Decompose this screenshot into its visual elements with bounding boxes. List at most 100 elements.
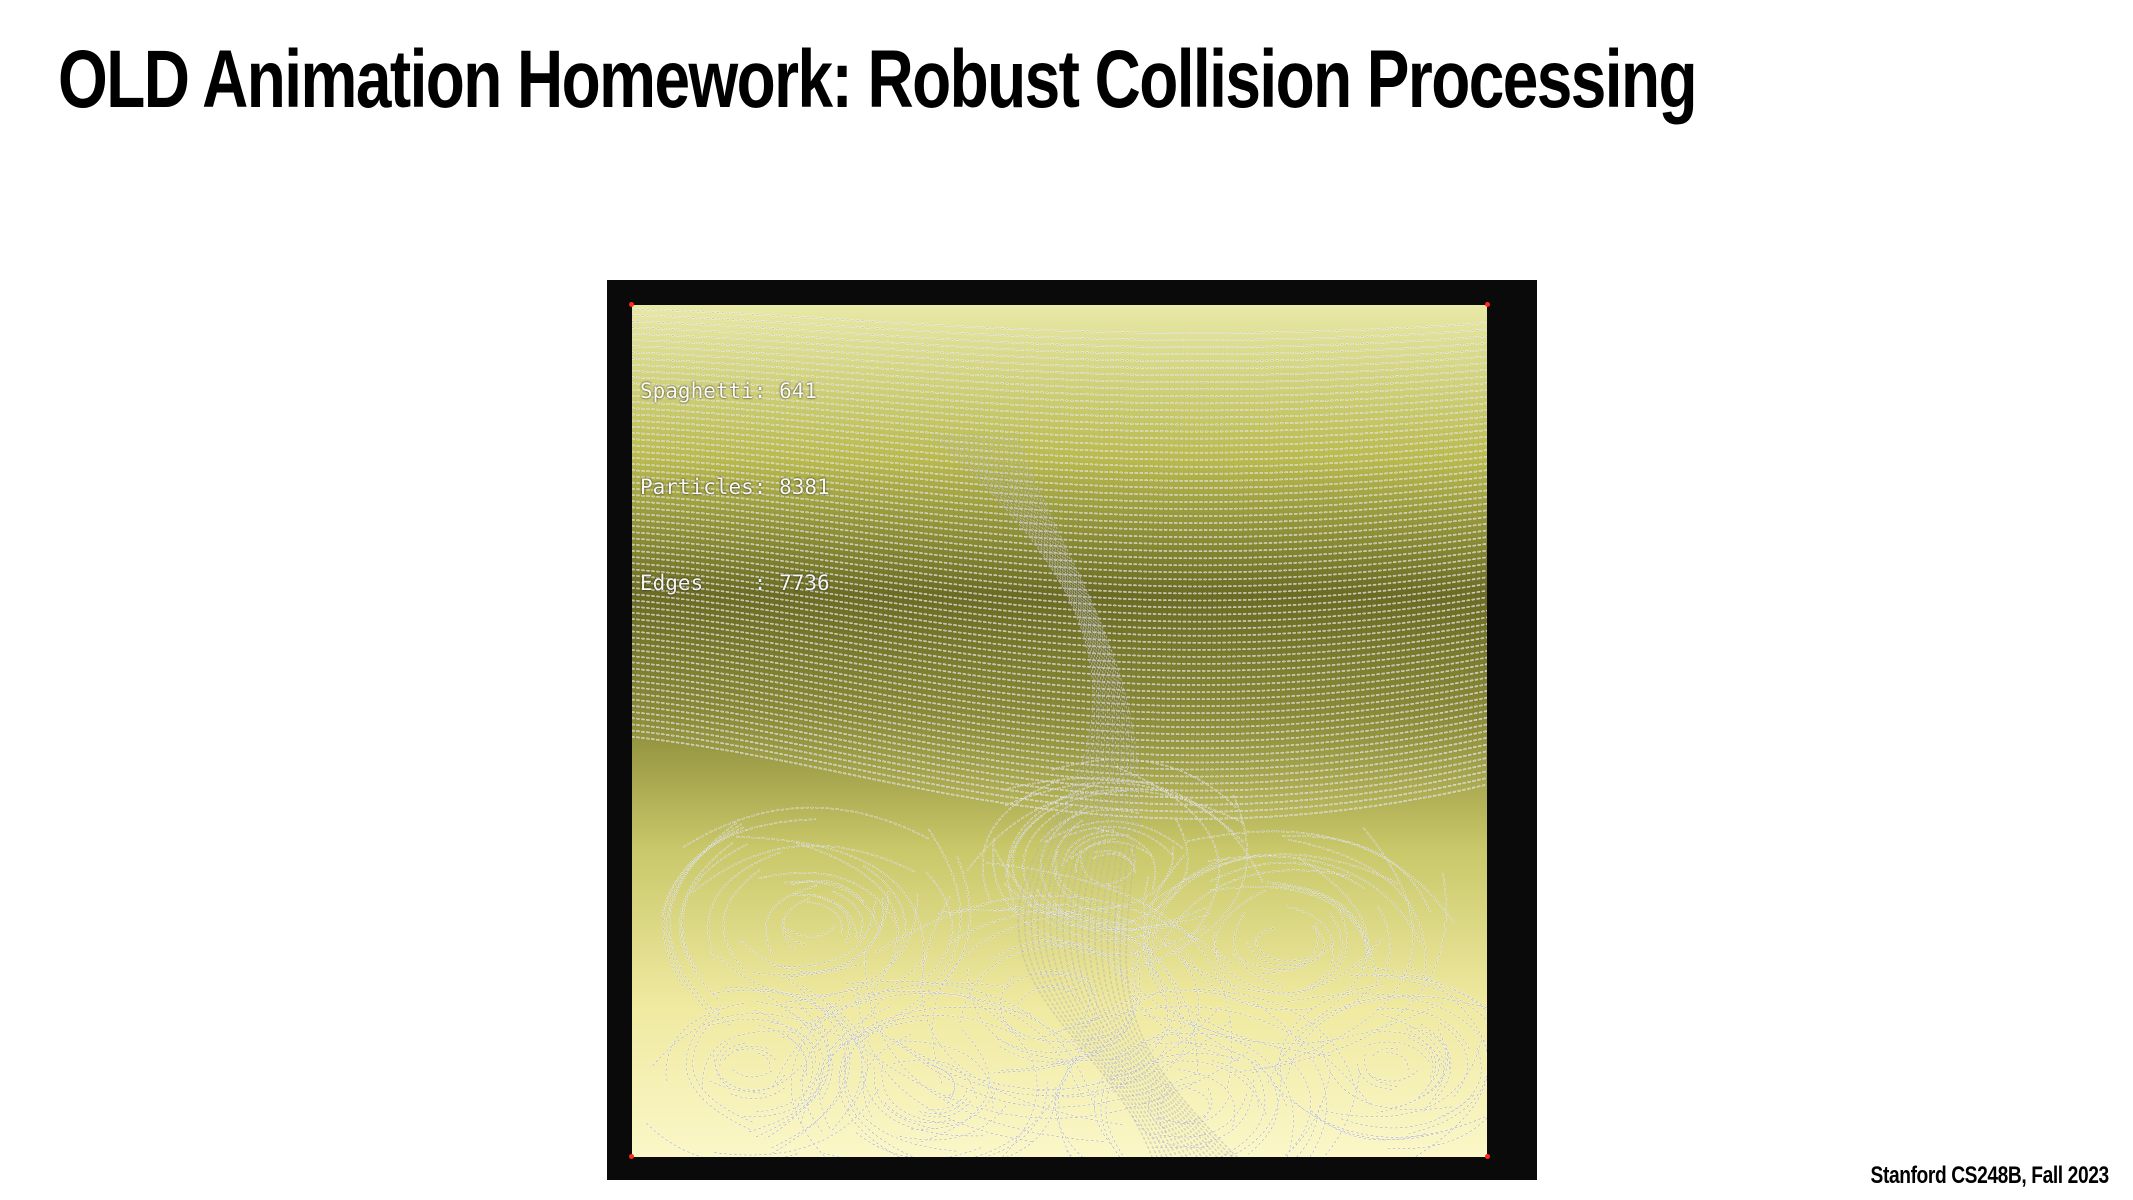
spaghetti-strand bbox=[1251, 828, 1414, 1074]
spaghetti-strand bbox=[933, 1065, 955, 1099]
spaghetti-strand bbox=[753, 891, 889, 975]
spaghetti-strand bbox=[1363, 1041, 1432, 1065]
spaghetti-strand bbox=[800, 1006, 1032, 1125]
spaghetti-strand bbox=[1380, 1013, 1445, 1112]
spaghetti-strand bbox=[632, 711, 1487, 791]
spaghetti-strand bbox=[1210, 861, 1365, 889]
spaghetti-strand bbox=[1080, 856, 1122, 888]
spaghetti-strand bbox=[1356, 1063, 1393, 1091]
spaghetti-strand bbox=[955, 990, 1038, 1157]
spaghetti-strand bbox=[1273, 884, 1368, 954]
spaghetti-strand bbox=[1253, 935, 1307, 962]
spaghetti-strand bbox=[730, 1068, 772, 1078]
spaghetti-strand bbox=[806, 901, 844, 937]
spaghetti-strand bbox=[1250, 827, 1414, 1074]
spaghetti-strand bbox=[1188, 1087, 1211, 1121]
simulation-frame: Spaghetti: 641 Particles: 8381 Edges : 7… bbox=[607, 280, 1537, 1180]
spaghetti-strand bbox=[1337, 906, 1391, 1013]
spaghetti-strand bbox=[725, 987, 866, 1064]
spaghetti-strand bbox=[770, 995, 851, 1149]
spaghetti-strand bbox=[712, 990, 860, 1049]
spaghetti-strand bbox=[1287, 993, 1487, 1046]
spaghetti-strand bbox=[1012, 815, 1043, 907]
spaghetti-strand bbox=[931, 434, 1153, 1157]
spaghetti-strand bbox=[1313, 927, 1324, 962]
spaghetti-strand bbox=[788, 924, 837, 938]
spaghetti-strand bbox=[932, 905, 1121, 1084]
spaghetti-strand bbox=[873, 1067, 935, 1129]
spaghetti-strand bbox=[1286, 905, 1334, 964]
spaghetti-strand bbox=[757, 1052, 771, 1069]
spaghetti-strand bbox=[1054, 1052, 1084, 1157]
spaghetti-strand bbox=[1246, 941, 1307, 967]
spaghetti-strand bbox=[707, 851, 782, 959]
spaghetti-strand bbox=[917, 1029, 990, 1144]
simulation-canvas: Spaghetti: 641 Particles: 8381 Edges : 7… bbox=[632, 305, 1487, 1157]
spaghetti-strand bbox=[1095, 828, 1157, 891]
spaghetti-strand bbox=[1017, 984, 1080, 1006]
spaghetti-strand bbox=[1080, 855, 1122, 889]
spaghetti-strand bbox=[1179, 1087, 1213, 1124]
spaghetti-strand bbox=[1407, 1036, 1434, 1079]
spaghetti-strand bbox=[1252, 1000, 1327, 1157]
spaghetti-strand bbox=[1113, 794, 1248, 976]
spaghetti-strand bbox=[1211, 1059, 1259, 1112]
spaghetti-strand bbox=[724, 987, 867, 1064]
spaghetti-strand bbox=[753, 955, 927, 1009]
spaghetti-strand bbox=[1277, 984, 1383, 1075]
spaghetti-strand bbox=[1000, 975, 1025, 1040]
spaghetti-strand bbox=[784, 893, 918, 1003]
spaghetti-strand bbox=[1350, 974, 1487, 1010]
spaghetti-strand bbox=[1356, 965, 1487, 1012]
spaghetti-strand bbox=[1276, 983, 1384, 1076]
spaghetti-strand bbox=[788, 924, 837, 938]
spaghetti-strand bbox=[771, 978, 847, 1154]
spaghetti-strand bbox=[693, 845, 915, 893]
spaghetti-strand bbox=[632, 723, 1487, 806]
corner-marker-top-left bbox=[629, 302, 634, 307]
spaghetti-strand bbox=[1055, 1052, 1083, 1157]
slide-title: OLD Animation Homework: Robust Collision… bbox=[58, 34, 1698, 125]
spaghetti-strand bbox=[862, 864, 906, 975]
spaghetti-strand bbox=[738, 937, 867, 973]
spaghetti-strand bbox=[737, 937, 868, 973]
spaghetti-strand bbox=[1286, 909, 1349, 999]
spaghetti-strand bbox=[1381, 1014, 1445, 1112]
spaghetti-strand bbox=[1211, 1060, 1259, 1111]
spaghetti-strand bbox=[707, 851, 782, 959]
spaghetti-strand bbox=[711, 989, 860, 1049]
spaghetti-strand bbox=[954, 989, 1038, 1157]
spaghetti-strand bbox=[931, 434, 1153, 1157]
spaghetti-strand bbox=[715, 1043, 729, 1088]
spaghetti-strand bbox=[1155, 1079, 1254, 1149]
simulation-stats: Spaghetti: 641 Particles: 8381 Edges : 7… bbox=[640, 311, 830, 663]
spaghetti-strand bbox=[827, 1014, 1016, 1059]
spaghetti-strand bbox=[1001, 434, 1223, 1157]
spaghetti-strand bbox=[713, 1051, 766, 1094]
spaghetti-strand bbox=[1147, 933, 1200, 1088]
spaghetti-strand bbox=[916, 1029, 990, 1144]
stat-particles: Particles: 8381 bbox=[640, 475, 830, 499]
spaghetti-strand bbox=[1142, 875, 1332, 1057]
spaghetti-strand bbox=[1154, 1042, 1288, 1107]
spaghetti-strand bbox=[713, 1050, 766, 1095]
spaghetti-strand bbox=[1232, 942, 1334, 971]
stat-edges: Edges : 7736 bbox=[640, 571, 830, 595]
spaghetti-strand bbox=[1336, 906, 1391, 1013]
spaghetti-strand bbox=[1248, 1059, 1279, 1155]
spaghetti-strand bbox=[1252, 1000, 1327, 1157]
spaghetti-strand bbox=[1179, 1088, 1213, 1124]
corner-marker-bottom-right bbox=[1485, 1154, 1490, 1159]
spaghetti-strand bbox=[1255, 927, 1275, 946]
spaghetti-strand bbox=[692, 1011, 754, 1123]
spaghetti-strand bbox=[1001, 434, 1223, 1157]
spaghetti-strand bbox=[663, 826, 745, 987]
stat-spaghetti: Spaghetti: 641 bbox=[640, 379, 818, 403]
spaghetti-strand bbox=[632, 736, 1487, 820]
spaghetti-strand bbox=[1256, 927, 1275, 946]
spaghetti-strand bbox=[728, 1087, 786, 1100]
spaghetti-strand bbox=[692, 1012, 753, 1123]
spaghetti-strand bbox=[1154, 1079, 1255, 1149]
spaghetti-strand bbox=[914, 872, 953, 989]
spaghetti-strand bbox=[754, 1062, 820, 1113]
